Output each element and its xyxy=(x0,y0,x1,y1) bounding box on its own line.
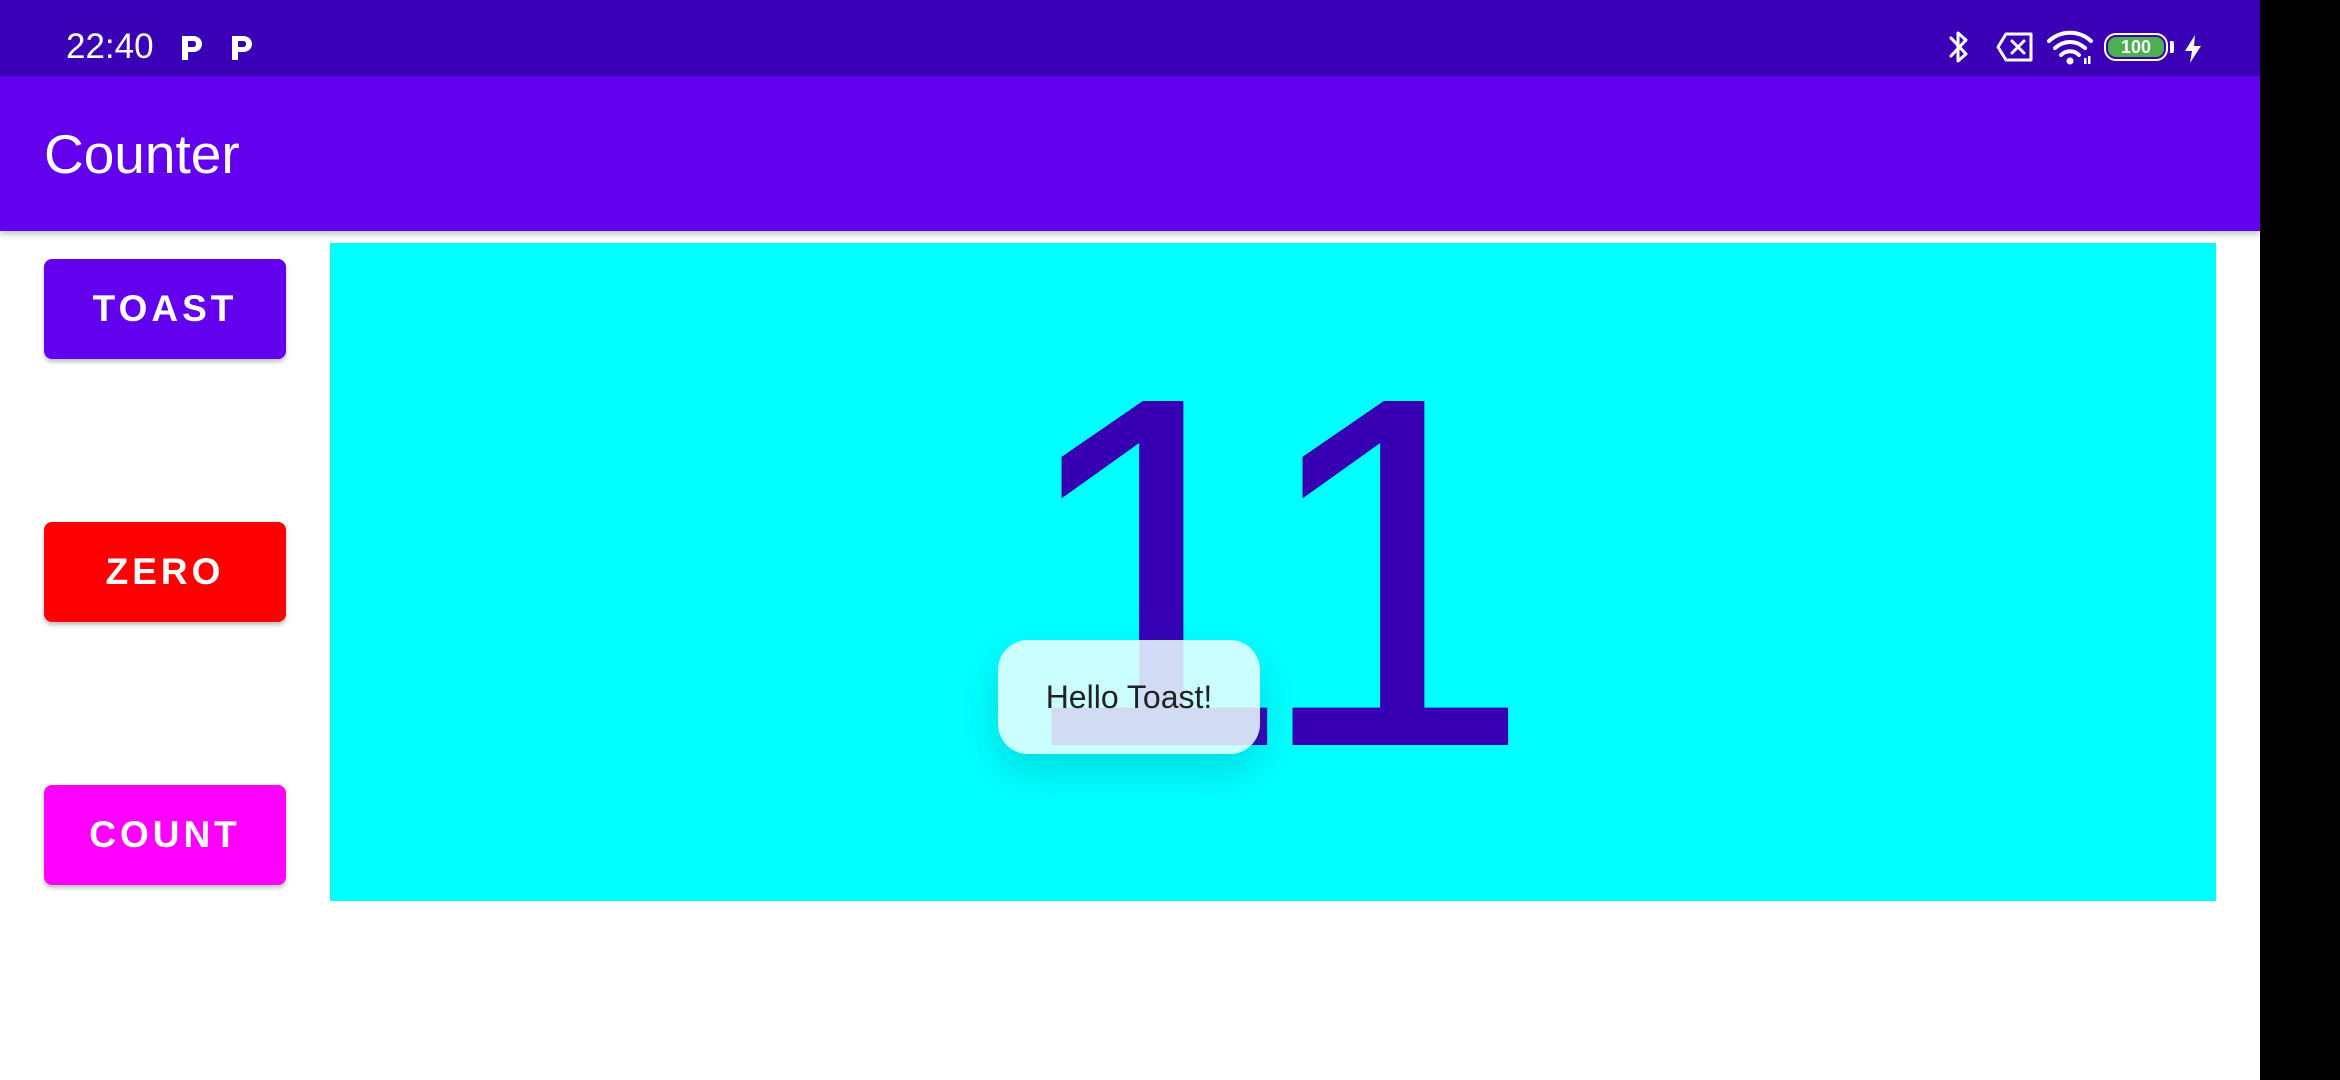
status-bar: 22:40 100 xyxy=(0,0,2260,76)
sim-missing-icon xyxy=(1996,32,2033,62)
bluetooth-icon xyxy=(1949,31,1968,63)
screen-edge xyxy=(2260,0,2340,1080)
app-screen: 22:40 100 Counter TOAST ZERO COUNT 11 He… xyxy=(0,0,2260,1080)
parking-app-icon xyxy=(232,36,252,60)
app-bar: Counter xyxy=(0,76,2260,231)
status-time: 22:40 xyxy=(66,27,154,66)
count-button[interactable]: COUNT xyxy=(44,785,286,885)
battery-level: 100 xyxy=(2108,37,2164,57)
count-display: 11 xyxy=(330,243,2216,901)
toast-button[interactable]: TOAST xyxy=(44,259,286,359)
charging-icon xyxy=(2185,35,2201,63)
toast-message: Hello Toast! xyxy=(998,640,1260,754)
parking-app-icon xyxy=(182,36,202,60)
wifi-icon xyxy=(2047,30,2093,65)
app-title: Counter xyxy=(44,123,240,185)
zero-button[interactable]: ZERO xyxy=(44,522,286,622)
battery-tip xyxy=(2170,41,2174,53)
count-value: 11 xyxy=(1013,292,1533,851)
battery-icon: 100 xyxy=(2104,33,2168,61)
